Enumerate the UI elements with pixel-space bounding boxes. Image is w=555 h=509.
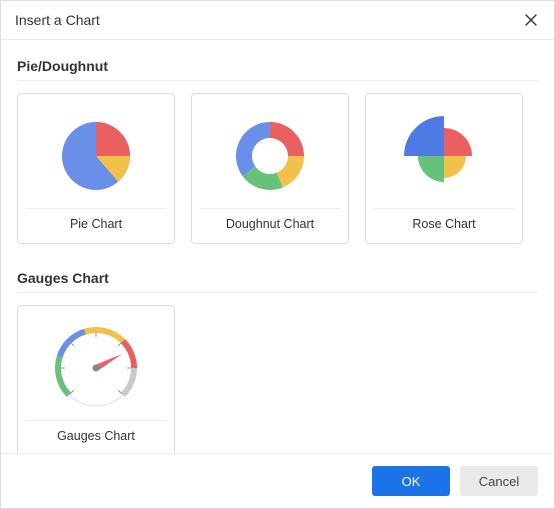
dialog-title: Insert a Chart [15,12,100,28]
chart-option-rose[interactable]: Rose Chart [365,93,523,244]
section-title-pie: Pie/Doughnut [17,50,538,81]
doughnut-chart-icon [200,104,340,209]
pie-grid: Pie Chart Doughnut Chart [17,93,538,244]
chart-option-label: Pie Chart [70,217,122,235]
gauges-grid: Gauges Chart [17,305,538,453]
dialog-footer: OK Cancel [1,453,554,508]
ok-button[interactable]: OK [372,466,450,496]
pie-chart-icon [26,104,166,209]
rose-chart-icon [374,104,514,209]
chart-option-label: Doughnut Chart [226,217,314,235]
close-icon[interactable] [522,11,540,29]
chart-option-label: Gauges Chart [57,429,135,447]
chart-option-pie[interactable]: Pie Chart [17,93,175,244]
dialog-body: Pie/Doughnut Pie Chart [1,40,554,453]
chart-option-label: Rose Chart [412,217,475,235]
chart-option-doughnut[interactable]: Doughnut Chart [191,93,349,244]
dialog-titlebar: Insert a Chart [1,1,554,40]
gauges-chart-icon [26,316,166,421]
section-title-gauges: Gauges Chart [17,262,538,293]
cancel-button[interactable]: Cancel [460,466,538,496]
chart-option-gauges[interactable]: Gauges Chart [17,305,175,453]
